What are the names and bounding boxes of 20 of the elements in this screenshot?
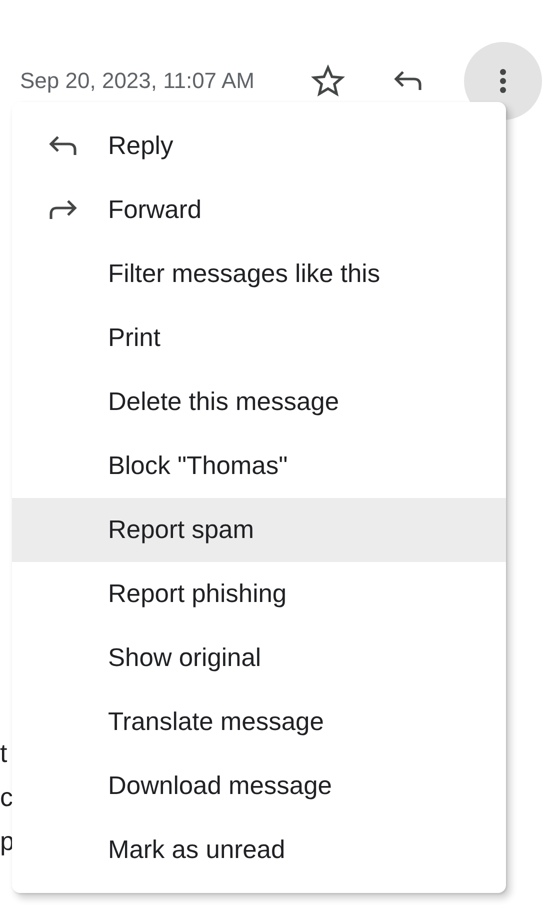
forward-icon (48, 198, 78, 222)
body-text: c (0, 782, 11, 812)
menu-item[interactable]: Show original (12, 626, 506, 690)
menu-item[interactable]: Report spam (12, 498, 506, 562)
menu-item[interactable]: Block "Thomas" (12, 434, 506, 498)
reply-icon (48, 134, 78, 158)
menu-item[interactable]: Mark as unread (12, 818, 506, 882)
menu-item[interactable]: Filter messages like this (12, 242, 506, 306)
menu-item[interactable]: Translate message (12, 690, 506, 754)
reply-icon (393, 69, 423, 93)
more-vertical-icon (499, 68, 507, 94)
menu-item[interactable]: Forward (12, 178, 506, 242)
menu-item[interactable]: Download message (12, 754, 506, 818)
menu-item[interactable]: Delete this message (12, 370, 506, 434)
star-icon (311, 64, 345, 98)
message-date: Sep 20, 2023, 11:07 AM (20, 68, 256, 94)
menu-item[interactable]: Print (12, 306, 506, 370)
menu-item[interactable]: Reply (12, 114, 506, 178)
body-text: t (0, 738, 8, 768)
menu-item[interactable]: Report phishing (12, 562, 506, 626)
